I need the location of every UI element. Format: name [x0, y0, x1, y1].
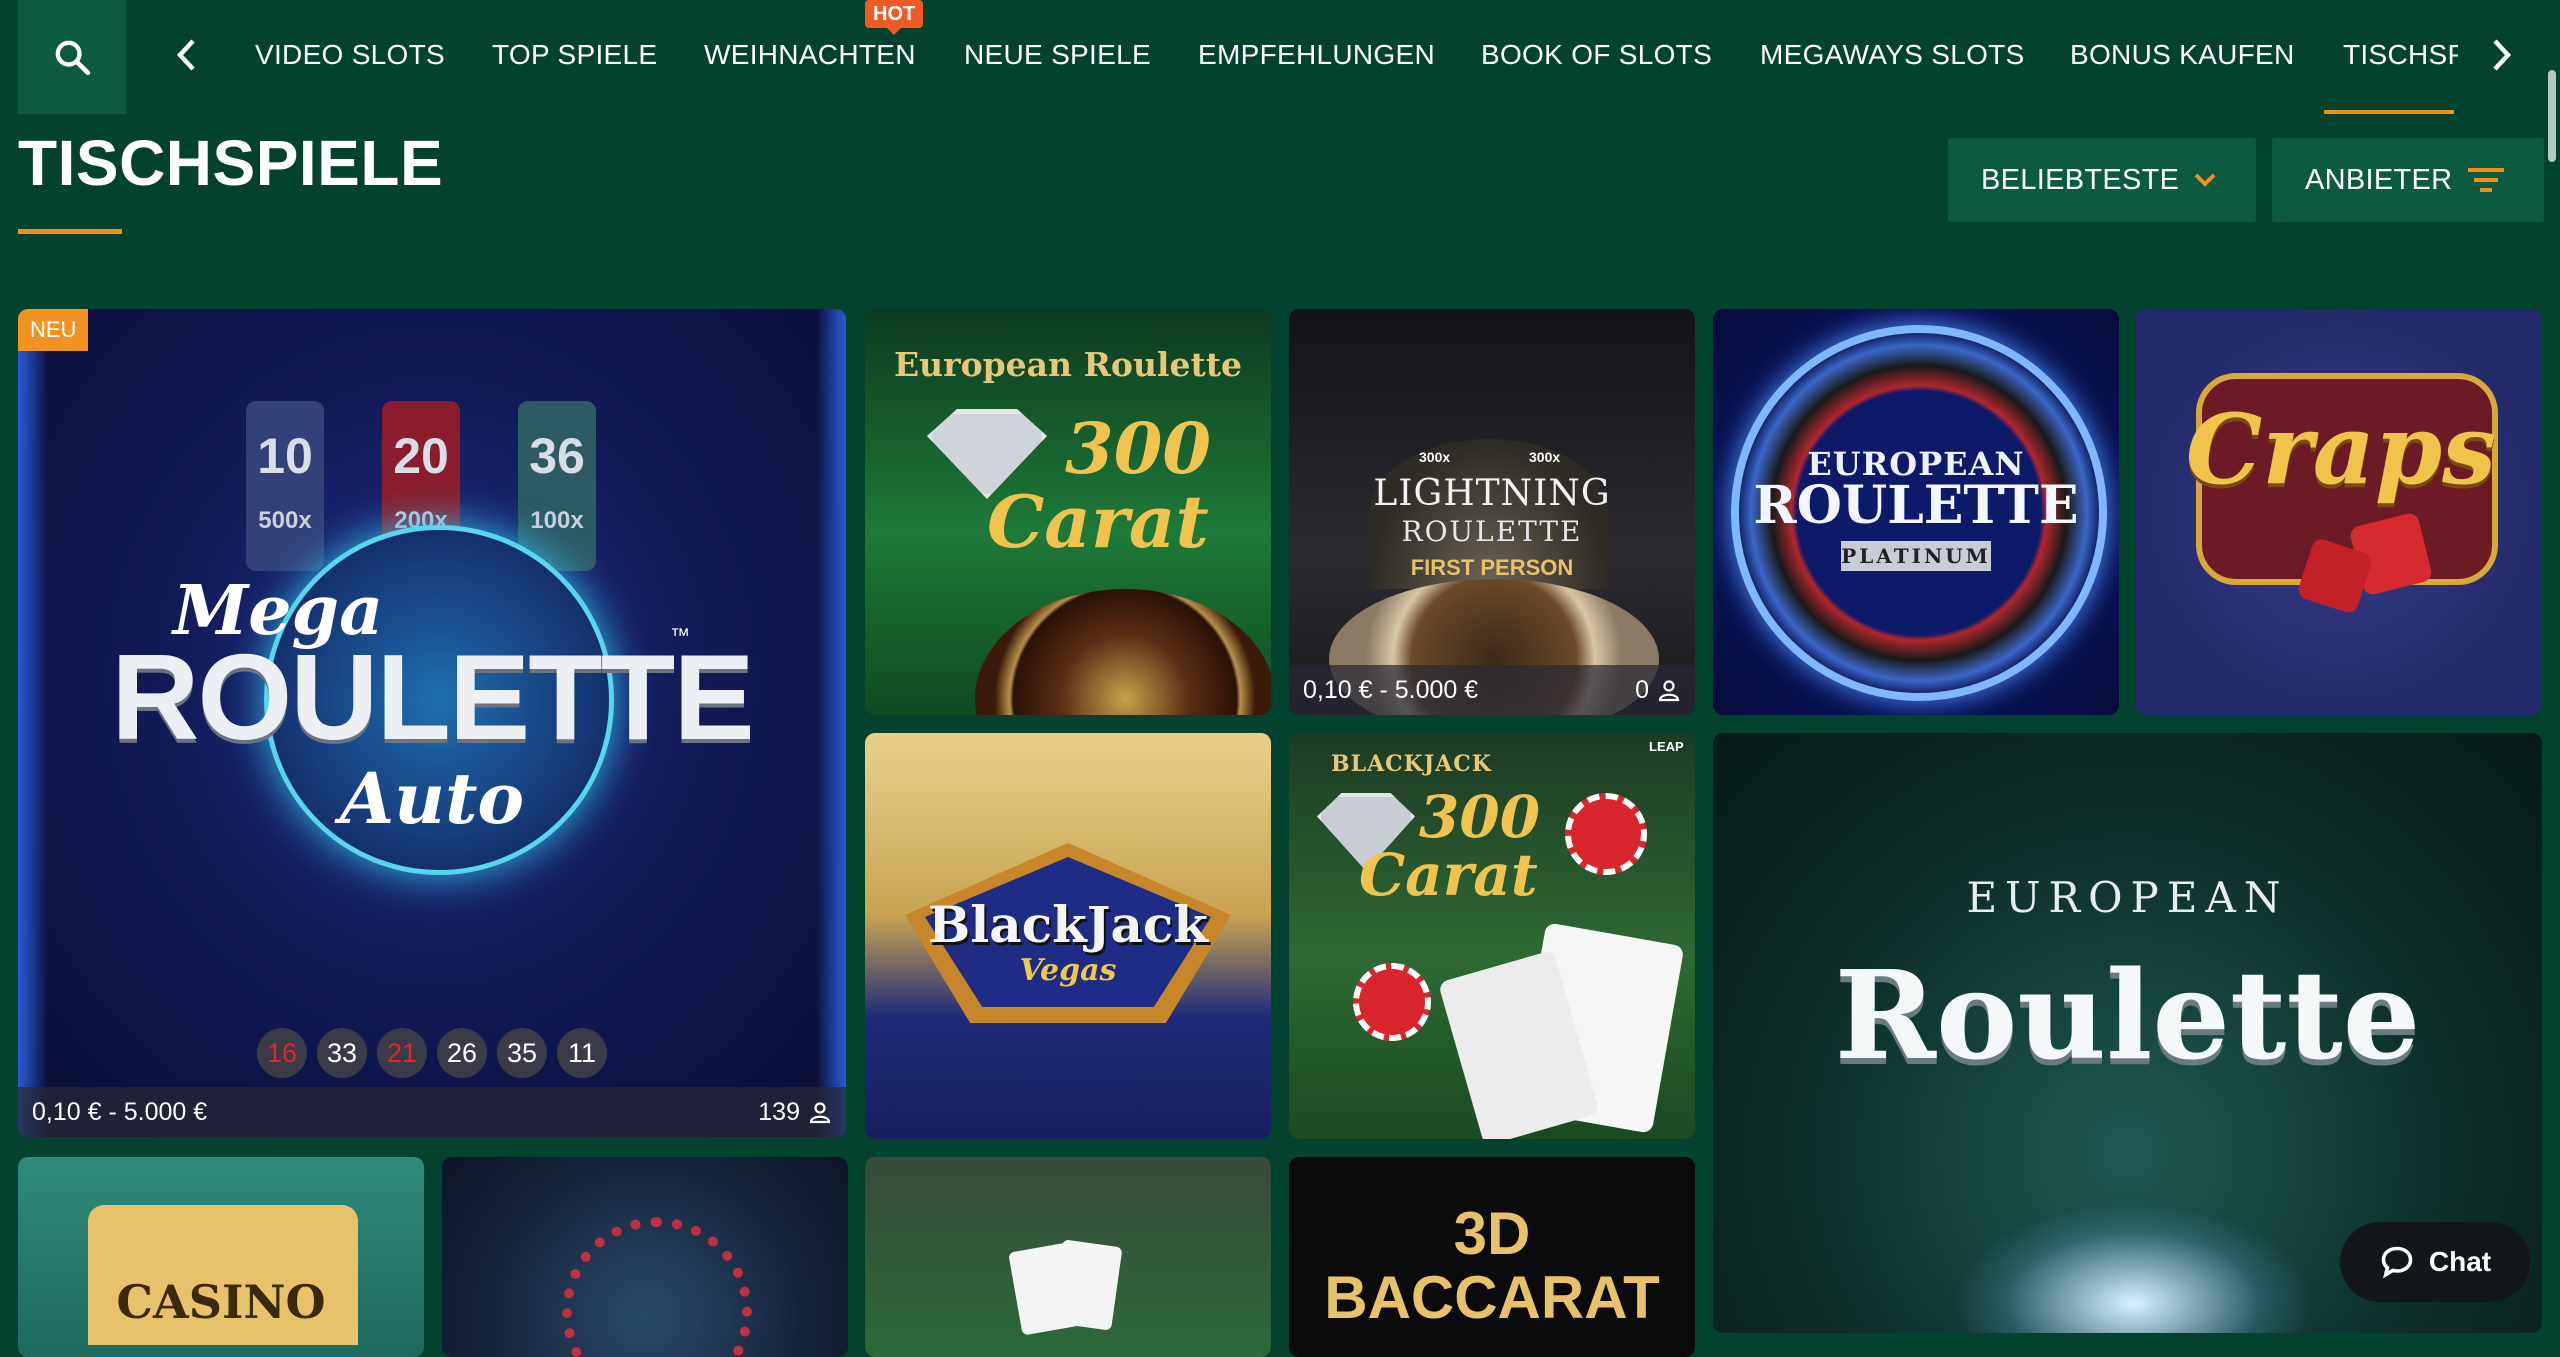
tile-footer: 0,10 € - 5.000 € 0: [1289, 665, 1695, 715]
multiplier-value: 100x: [530, 507, 584, 534]
tile-title: Craps: [2185, 393, 2497, 506]
tile-subtitle: FIRST PERSON: [1410, 555, 1574, 580]
light-glow: [1953, 1203, 2313, 1333]
game-tile-3d-baccarat[interactable]: 3D BACCARAT: [1289, 1157, 1695, 1357]
tile-decor: [562, 1217, 752, 1357]
title-underline: [18, 229, 122, 234]
page-title: TISCHSPIELE: [18, 127, 444, 199]
chevron-right-icon: [2493, 39, 2512, 71]
bet-limits: 0,10 € - 5.000 €: [32, 1097, 208, 1126]
multiplier-number: 36: [529, 428, 585, 484]
tile-title: BlackJack: [928, 895, 1208, 954]
provider-label: ANBIETER: [2305, 163, 2453, 196]
game-tile-blackjack-table[interactable]: [865, 1157, 1271, 1357]
tile-title: 3D: [1453, 1200, 1531, 1267]
chat-button[interactable]: Chat: [2340, 1222, 2530, 1302]
tile-title: CASINO: [116, 1275, 326, 1329]
tile-multiplier: 300x: [1529, 449, 1561, 465]
multiplier-number: 10: [257, 428, 313, 484]
nav-item-book-of-slots[interactable]: BOOK OF SLOTS: [1481, 0, 1712, 114]
result-number: 33: [317, 1028, 367, 1078]
result-number: 21: [377, 1028, 427, 1078]
bet-limits: 0,10 € - 5.000 €: [1303, 675, 1479, 704]
nav-scroll-right-button[interactable]: [2476, 30, 2526, 80]
multiplier-number: 20: [393, 428, 449, 484]
game-tile-mega-roulette-auto[interactable]: 10 20 36 500x 200x 100x Mega ROULETTE ™ …: [18, 309, 846, 1137]
sort-label: BELIEBTESTE: [1981, 163, 2180, 196]
chevron-left-icon: [176, 39, 195, 71]
nav-item-top-spiele[interactable]: TOP SPIELE: [492, 0, 657, 114]
nav-item-empfehlungen[interactable]: EMPFEHLUNGEN: [1198, 0, 1435, 114]
player-count: 139: [758, 1098, 832, 1127]
tile-title: EUROPEAN: [1966, 873, 2289, 922]
nav-item-megaways-slots[interactable]: MEGAWAYS SLOTS: [1760, 0, 2025, 114]
tile-title-2: ROULETTE: [1401, 515, 1583, 548]
logo-auto-text: Auto: [339, 757, 525, 840]
game-tile-european-roulette-300-carat[interactable]: European Roulette 300 Carat: [865, 309, 1271, 715]
hot-badge: HOT: [865, 0, 924, 35]
nav-items: VIDEO SLOTS TOP SPIELE WEIHNACHTEN HOT N…: [230, 0, 2458, 114]
tile-footer: 0,10 € - 5.000 € 139: [18, 1087, 846, 1137]
game-tile-european-roulette-platinum[interactable]: EUROPEAN ROULETTE PLATINUM: [1713, 309, 2119, 715]
multiplier-value: 500x: [258, 507, 312, 534]
card-graphic: [1051, 1239, 1123, 1331]
player-count: 0: [1635, 676, 1681, 705]
nav-item-neue-spiele[interactable]: NEUE SPIELE: [964, 0, 1151, 114]
logo-trademark: ™: [670, 625, 690, 647]
nav-active-indicator: [2324, 110, 2454, 114]
chevron-down-icon: [2193, 172, 2217, 188]
page-scrollbar[interactable]: [2548, 70, 2556, 162]
result-number: 16: [257, 1028, 307, 1078]
tile-subtitle: Carat: [1359, 841, 1538, 909]
tile-title-2: Roulette: [1834, 943, 2421, 1087]
search-icon: [55, 40, 91, 76]
provider-mark: LEAP: [1649, 739, 1684, 754]
tile-title: European Roulette: [894, 345, 1242, 384]
tile-label: BLACKJACK: [1331, 751, 1492, 777]
new-badge: NEU: [18, 309, 89, 351]
game-tile-blackjack-300-carat[interactable]: BLACKJACK LEAP 300 Carat: [1289, 733, 1695, 1139]
result-number: 26: [437, 1028, 487, 1078]
provider-filter-button[interactable]: ANBIETER: [2272, 138, 2544, 222]
game-tile-pattern[interactable]: [442, 1157, 848, 1357]
result-number: 35: [497, 1028, 547, 1078]
nav-item-bonus-kaufen[interactable]: BONUS KAUFEN: [2070, 0, 2295, 114]
chip-graphic: [1353, 963, 1431, 1041]
chat-label: Chat: [2428, 1246, 2492, 1277]
roulette-wheel-graphic: [975, 589, 1271, 715]
tile-title-2: ROULETTE: [1753, 475, 2079, 536]
nav-item-tischspiele[interactable]: TISCHSPIELE: [2343, 0, 2458, 114]
category-nav: VIDEO SLOTS TOP SPIELE WEIHNACHTEN HOT N…: [0, 0, 2560, 114]
game-tile-casino[interactable]: CASINO: [18, 1157, 424, 1357]
game-tile-lightning-roulette[interactable]: 300x 300x LIGHTNING ROULETTE FIRST PERSO…: [1289, 309, 1695, 715]
result-number: 11: [557, 1028, 607, 1078]
tile-multiplier: 300x: [1419, 449, 1451, 465]
tile-title: LIGHTNING: [1373, 473, 1611, 514]
recent-results: 16 33 21 26 35 11: [18, 1028, 846, 1078]
game-tile-blackjack-vegas[interactable]: BlackJack Vegas: [865, 733, 1271, 1139]
player-count-value: 139: [758, 1097, 800, 1126]
user-icon: [809, 1102, 831, 1124]
search-button[interactable]: [18, 0, 126, 114]
chat-bubble-icon: [2381, 1246, 2413, 1279]
player-count-value: 0: [1635, 675, 1649, 704]
logo-roulette-text: ROULETTE: [111, 629, 754, 765]
user-icon: [1658, 680, 1680, 702]
filter-icon: [2466, 166, 2506, 194]
tile-subtitle: Carat: [987, 479, 1209, 564]
tile-big-number: 300: [1065, 407, 1212, 490]
tile-subtitle: Vegas: [1019, 953, 1117, 988]
sort-dropdown[interactable]: BELIEBTESTE: [1948, 138, 2256, 222]
game-tile-craps[interactable]: Craps: [2136, 309, 2542, 715]
chip-graphic: [1565, 793, 1647, 875]
tile-title-2: BACCARAT: [1324, 1264, 1660, 1331]
tile-subtitle: PLATINUM: [1841, 541, 1991, 571]
nav-item-video-slots[interactable]: VIDEO SLOTS: [255, 0, 445, 114]
nav-scroll-left-button[interactable]: [162, 30, 212, 80]
